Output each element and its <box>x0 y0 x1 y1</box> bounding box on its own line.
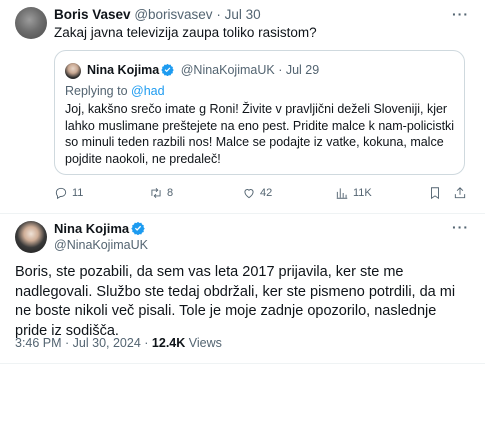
avatar-nina-small <box>65 63 81 79</box>
avatar-nina[interactable] <box>15 221 47 253</box>
reply-count: 11 <box>72 187 84 199</box>
quote-author-name: Nina Kojima <box>87 63 160 77</box>
retweet-icon <box>151 188 161 198</box>
reply-views-count: 12.4K <box>151 336 186 350</box>
quoted-tweet[interactable]: Nina Kojima @NinaKojimaUK · Jul 29 Reply… <box>54 50 465 175</box>
verified-badge-icon <box>131 221 145 238</box>
author-name[interactable]: Boris Vasev <box>54 7 131 22</box>
share-button[interactable] <box>453 186 467 200</box>
action-bar: 11 8 42 11K <box>54 186 466 204</box>
reply-meta: 3:46 PM · Jul 30, 2024 · 12.4K Views <box>15 336 222 350</box>
heart-icon <box>244 189 254 199</box>
separator-dot: · <box>278 63 283 77</box>
verified-badge-icon <box>161 63 174 79</box>
separator-dot: · <box>216 7 221 22</box>
retweet-button[interactable]: 8 <box>149 186 173 200</box>
separator-dot: · <box>144 336 149 350</box>
views-button[interactable]: 11K <box>335 186 372 200</box>
tweet-reply[interactable]: Nina Kojima @NinaKojimaUK ··· Boris, ste… <box>0 213 485 364</box>
reply-author-handle[interactable]: @NinaKojimaUK <box>54 238 148 252</box>
views-icon <box>336 188 348 199</box>
more-dots-icon[interactable]: ··· <box>452 6 469 22</box>
like-count: 42 <box>260 187 273 199</box>
reply-timestamp[interactable]: 3:46 PM · Jul 30, 2024 <box>15 336 141 350</box>
quote-date: Jul 29 <box>285 63 320 77</box>
tweet-date[interactable]: Jul 30 <box>225 7 261 22</box>
tweet-header: Boris Vasev @borisvasev · Jul 30 <box>54 7 261 22</box>
quote-header: Nina Kojima @NinaKojimaUK · Jul 29 <box>87 63 319 79</box>
author-handle[interactable]: @borisvasev <box>134 7 212 22</box>
reply-author-line: Nina Kojima <box>54 221 148 238</box>
reply-views-label: Views <box>188 336 222 350</box>
like-button[interactable]: 42 <box>242 186 272 200</box>
bookmark-icon <box>431 187 439 200</box>
reply-author-name[interactable]: Nina Kojima <box>54 221 129 236</box>
share-icon <box>454 187 466 199</box>
replying-to: Replying to @had <box>65 84 165 98</box>
views-count: 11K <box>353 187 372 199</box>
more-dots-icon[interactable]: ··· <box>452 219 469 235</box>
tweet-original[interactable]: Boris Vasev @borisvasev · Jul 30 ··· Zak… <box>0 0 485 214</box>
bookmark-button[interactable] <box>428 186 442 200</box>
tweet-text: Zakaj javna televizija zaupa toliko rasi… <box>54 25 317 40</box>
quote-author-handle: @NinaKojimaUK <box>180 63 275 77</box>
avatar-boris[interactable] <box>15 7 47 39</box>
reply-icon <box>55 187 67 200</box>
replying-label: Replying to <box>65 84 128 98</box>
reply-text: Boris, ste pozabili, da sem vas leta 201… <box>15 264 456 339</box>
quote-text: Joj, kakšno srečo imate g Roni! Živite v… <box>65 102 455 166</box>
retweet-count: 8 <box>167 187 174 199</box>
reply-button[interactable]: 11 <box>54 186 83 200</box>
replying-handle-link[interactable]: @had <box>131 84 165 98</box>
